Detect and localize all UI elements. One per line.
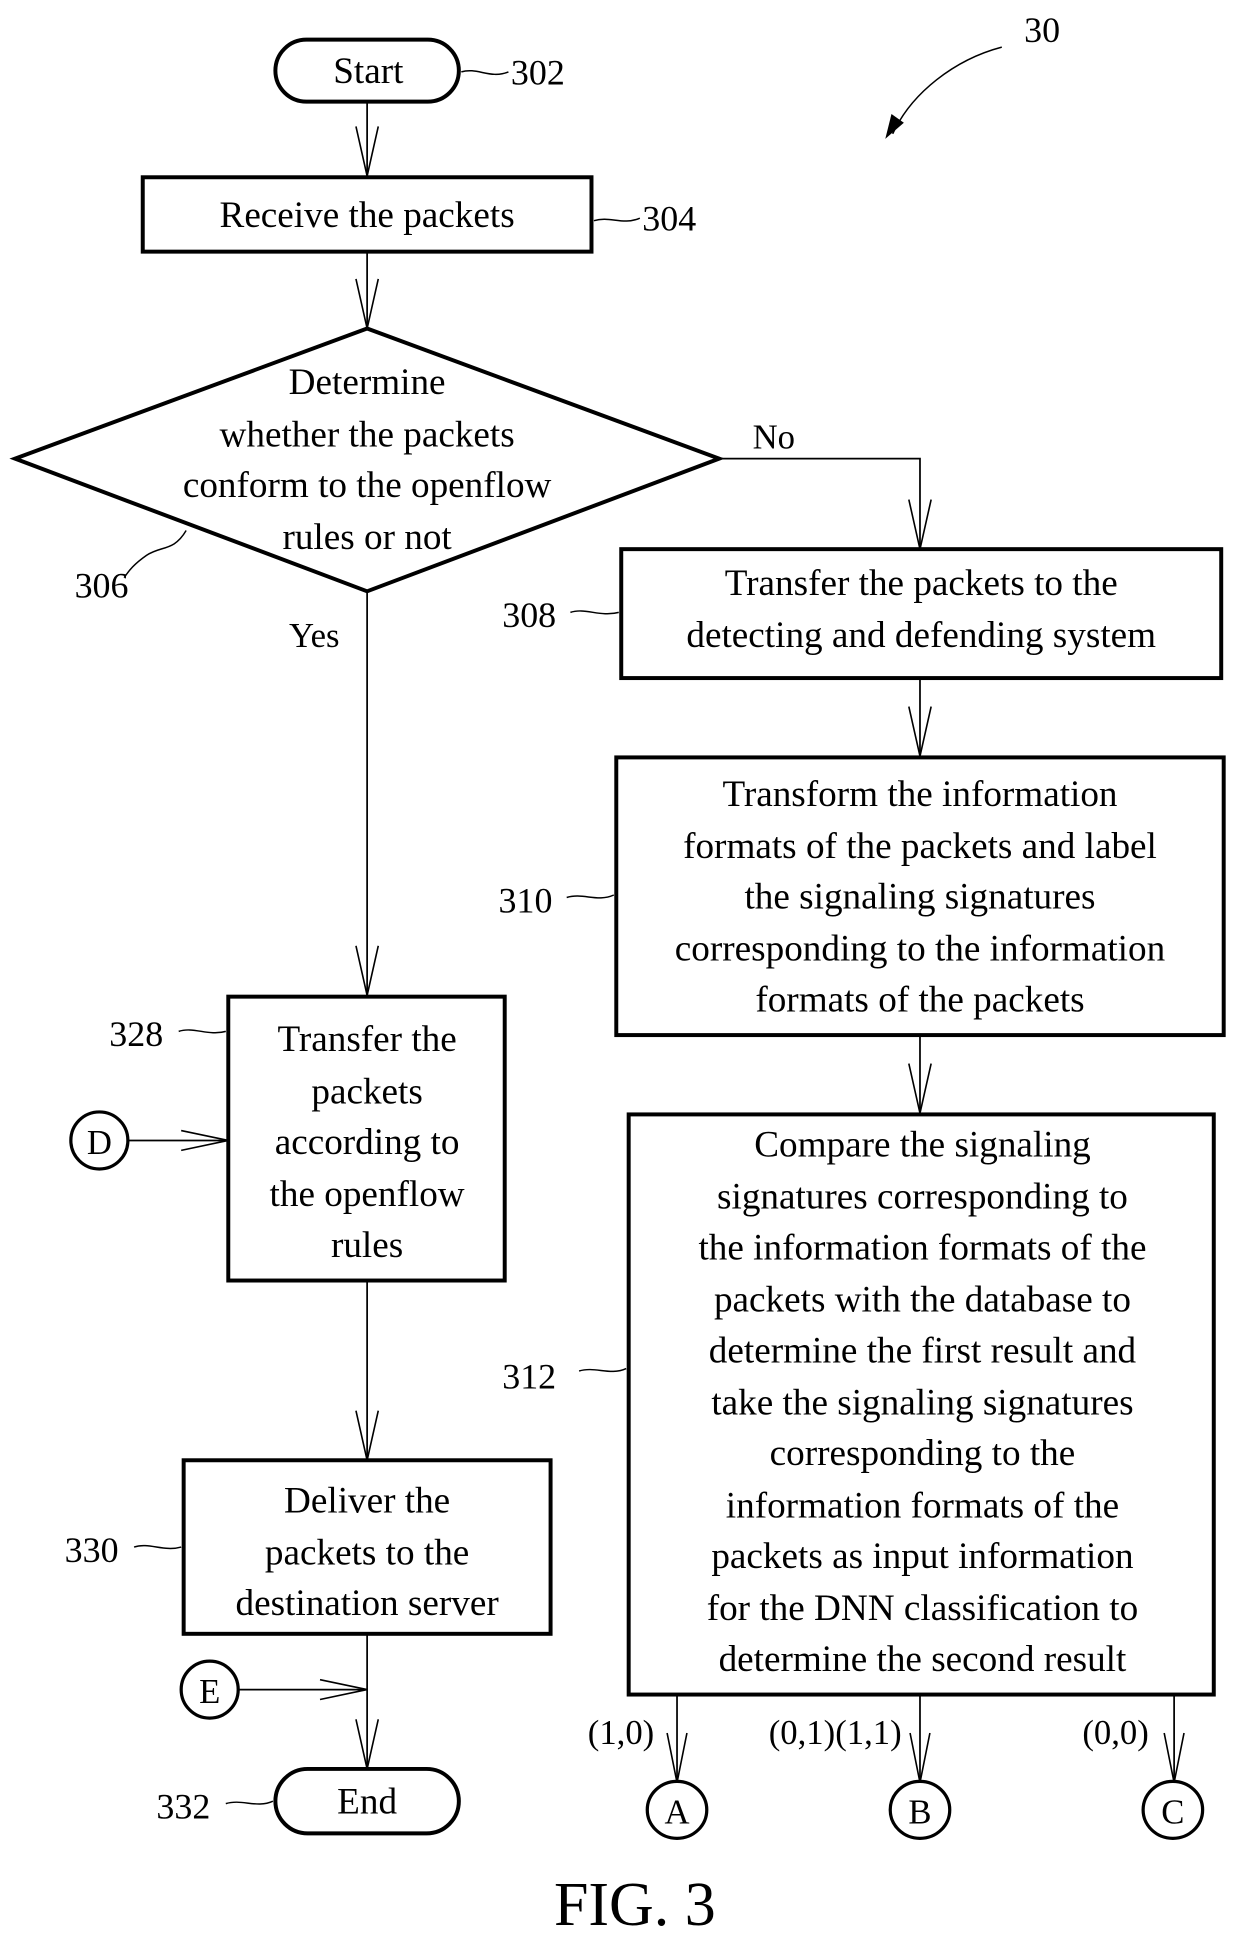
transform-line-4: corresponding to the information	[675, 929, 1166, 970]
compare-line-6: take the signaling signatures	[711, 1382, 1133, 1423]
compare-line-4: packets with the database to	[714, 1280, 1131, 1321]
transfer-detect-leader-line	[570, 610, 619, 615]
decision-text-line-2: whether the packets	[220, 414, 515, 455]
receive-ref: 304	[642, 199, 696, 239]
arrow-308-to-310	[908, 678, 932, 757]
connector-c-label: C	[1161, 1792, 1184, 1831]
transfer-openflow-line-4: the openflow	[270, 1174, 465, 1215]
receive-leader-line	[593, 217, 641, 222]
compare-line-8: information formats of the	[726, 1485, 1119, 1526]
transform-line-1: Transform the information	[722, 774, 1117, 815]
transfer-openflow-line-5: rules	[331, 1225, 403, 1266]
transform-leader-line	[566, 894, 615, 899]
yes-branch: Yes	[289, 591, 380, 996]
decision-leader-line	[123, 530, 187, 579]
transform-line-2: formats of the packets and label	[683, 826, 1157, 867]
end-label: End	[337, 1782, 397, 1823]
compare-line-7: corresponding to the	[770, 1433, 1076, 1474]
deliver-leader-line	[133, 1544, 182, 1550]
figure-reference: 30	[885, 10, 1060, 139]
figure-title: FIG. 3	[554, 1871, 716, 1939]
receive-packets-text: Receive the packets	[220, 195, 515, 236]
transfer-openflow-step: Transfer the packets according to the op…	[109, 994, 507, 1283]
condition-a-label: (1,0)	[588, 1713, 654, 1752]
compare-ref: 312	[502, 1356, 556, 1396]
transform-formats-step: Transform the information formats of the…	[499, 755, 1226, 1038]
arrow-328-to-330	[355, 1280, 380, 1461]
transfer-detect-ref: 308	[502, 595, 556, 635]
compare-line-5: determine the first result and	[709, 1330, 1137, 1371]
arrow-330-to-end	[355, 1633, 380, 1770]
figure-reference-number: 30	[1024, 10, 1060, 50]
decision-openflow: Determine whether the packets conform to…	[9, 326, 725, 605]
decision-text-line-3: conform to the openflow	[183, 465, 552, 506]
compare-signatures-step: Compare the signaling signatures corresp…	[502, 1112, 1216, 1697]
start-terminal: Start 302	[273, 37, 565, 104]
receive-packets-step: Receive the packets 304	[140, 175, 696, 254]
no-label: No	[753, 418, 795, 457]
compare-line-1: Compare the signaling	[754, 1125, 1091, 1166]
transfer-detect-line-2: detecting and defending system	[686, 615, 1156, 656]
transfer-openflow-ref: 328	[109, 1014, 163, 1054]
end-leader-line	[225, 1800, 274, 1805]
compare-line-11: determine the second result	[719, 1639, 1127, 1680]
output-branch-b: (0,1)(1,1) B	[769, 1694, 952, 1840]
compare-line-9: packets as input information	[711, 1536, 1134, 1577]
compare-line-10: for the DNN classification to	[707, 1588, 1139, 1629]
transfer-openflow-leader-line	[178, 1029, 227, 1034]
connector-e-label: E	[199, 1672, 220, 1711]
deliver-line-2: packets to the	[265, 1532, 469, 1573]
transfer-openflow-line-1: Transfer the	[277, 1019, 456, 1060]
compare-leader-line	[578, 1367, 627, 1373]
connector-a-label: A	[664, 1792, 689, 1831]
transfer-openflow-line-2: packets	[311, 1071, 422, 1112]
connector-d-input: D	[69, 1110, 229, 1171]
figure-reference-arrow-line	[892, 46, 1002, 135]
compare-line-2: signatures corresponding to	[717, 1177, 1128, 1218]
end-ref: 332	[156, 1787, 210, 1827]
arrow-start-to-receive	[355, 101, 380, 177]
output-branch-a: (1,0) A	[588, 1694, 709, 1840]
arrow-310-to-312	[908, 1035, 932, 1114]
deliver-ref: 330	[65, 1530, 119, 1570]
start-label: Start	[333, 51, 404, 92]
deliver-packets-step: Deliver the packets to the destination s…	[65, 1458, 553, 1636]
decision-ref: 306	[75, 565, 129, 605]
condition-b-label: (0,1)(1,1)	[769, 1713, 902, 1752]
start-ref: 302	[511, 52, 565, 92]
condition-c-label: (0,0)	[1082, 1713, 1148, 1752]
decision-text-line-1: Determine	[289, 362, 446, 403]
transfer-to-detecting-system-step: Transfer the packets to the detecting an…	[502, 547, 1224, 681]
output-branch-c: (0,0) C	[1082, 1694, 1205, 1840]
transform-line-3: the signaling signatures	[744, 877, 1095, 918]
start-leader-line	[461, 70, 509, 76]
connector-d-label: D	[87, 1123, 112, 1162]
transfer-openflow-line-3: according to	[275, 1122, 460, 1163]
end-terminal: End 332	[156, 1766, 461, 1836]
deliver-line-3: destination server	[236, 1583, 500, 1624]
flowchart-fig3: 30 Start 302 Receive the packets 304 Det…	[9, 10, 1226, 1939]
connector-e-input: E	[179, 1659, 368, 1720]
yes-label: Yes	[289, 616, 339, 655]
arrow-receive-to-decision	[355, 251, 380, 329]
transform-line-5: formats of the packets	[755, 980, 1084, 1021]
no-branch: No	[719, 418, 932, 550]
transform-ref: 310	[499, 880, 553, 920]
transfer-detect-line-1: Transfer the packets to the	[725, 563, 1118, 604]
compare-line-3: the information formats of the	[698, 1227, 1146, 1268]
decision-text-line-4: rules or not	[282, 517, 452, 558]
deliver-line-1: Deliver the	[284, 1480, 450, 1521]
connector-b-label: B	[908, 1792, 931, 1831]
